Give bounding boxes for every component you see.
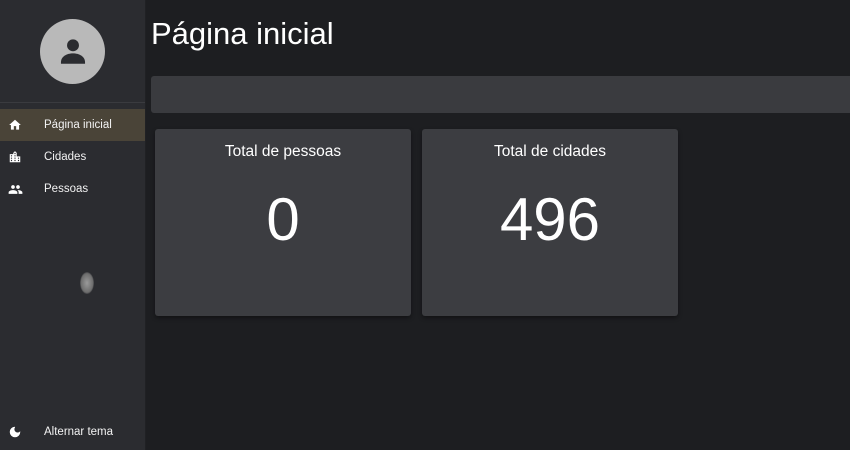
dashboard-cards: Total de pessoas 0 Total de cidades 496 bbox=[155, 129, 678, 316]
sidebar-item-cidades[interactable]: Cidades bbox=[0, 141, 145, 173]
toolbar bbox=[151, 76, 850, 113]
sidebar-item-pessoas[interactable]: Pessoas bbox=[0, 173, 145, 205]
people-icon bbox=[7, 181, 23, 197]
sidebar-item-label: Página inicial bbox=[44, 119, 112, 131]
city-icon bbox=[7, 149, 23, 165]
card-total-cidades: Total de cidades 496 bbox=[422, 129, 678, 316]
avatar-section bbox=[0, 0, 145, 103]
theme-toggle-label: Alternar tema bbox=[44, 426, 114, 438]
app-root: Página inicial Cidades Pessoas Alternar … bbox=[0, 0, 850, 450]
theme-toggle-button[interactable]: Alternar tema bbox=[0, 420, 146, 444]
card-value: 0 bbox=[266, 186, 300, 253]
main-content: Página inicial Total de pessoas 0 Total … bbox=[146, 0, 850, 450]
card-value: 496 bbox=[499, 186, 601, 253]
sidebar-item-pagina-inicial[interactable]: Página inicial bbox=[0, 109, 145, 141]
sidebar-nav: Página inicial Cidades Pessoas bbox=[0, 109, 145, 205]
page-title: Página inicial bbox=[151, 16, 334, 51]
moon-icon bbox=[7, 424, 23, 440]
sidebar-item-label: Cidades bbox=[44, 151, 87, 163]
avatar[interactable] bbox=[40, 18, 105, 84]
card-title: Total de cidades bbox=[493, 143, 607, 160]
account-circle-icon bbox=[60, 39, 85, 64]
card-title: Total de pessoas bbox=[224, 143, 342, 160]
decorative-smudge bbox=[80, 272, 94, 294]
card-total-pessoas: Total de pessoas 0 bbox=[155, 129, 411, 316]
sidebar: Página inicial Cidades Pessoas Alternar … bbox=[0, 0, 146, 450]
sidebar-item-label: Pessoas bbox=[44, 183, 89, 195]
home-icon bbox=[7, 117, 23, 133]
